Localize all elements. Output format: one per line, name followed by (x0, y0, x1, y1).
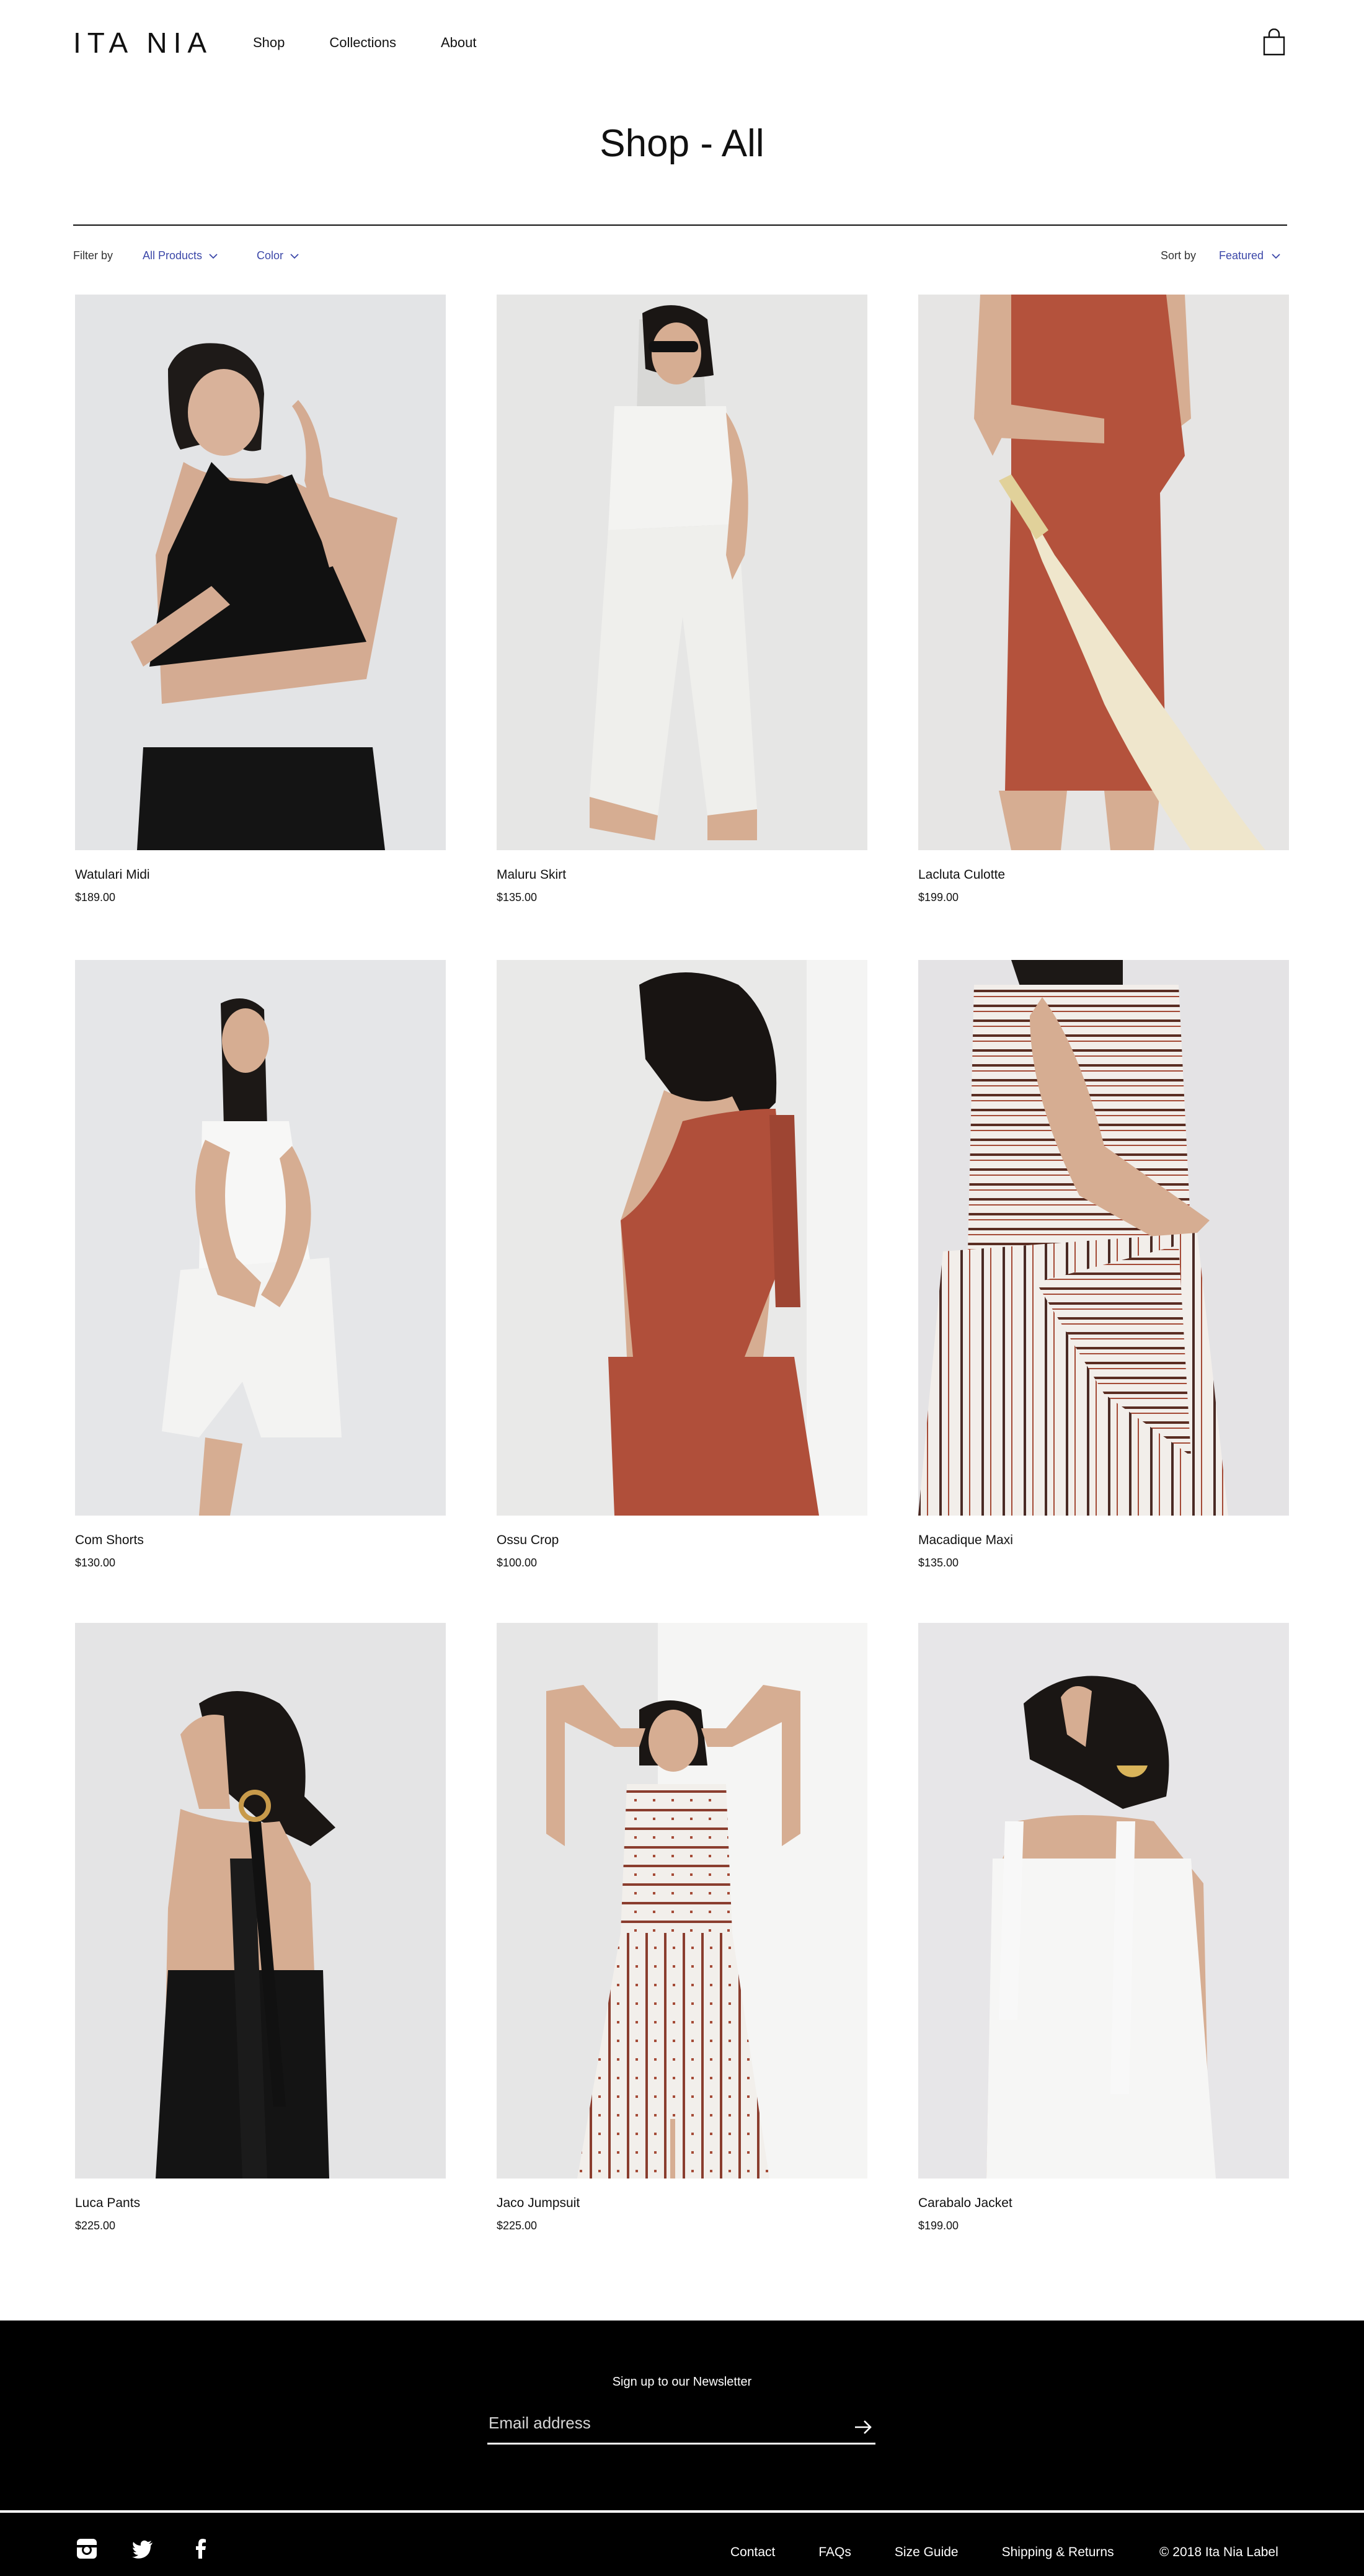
product-name[interactable]: Lacluta Culotte (918, 868, 1289, 882)
filter-color-dropdown[interactable]: Color (257, 249, 299, 262)
chevron-down-icon (290, 253, 299, 259)
newsletter-email-input[interactable] (487, 2414, 835, 2433)
product-image[interactable] (497, 295, 867, 850)
product-price: $199.00 (918, 2219, 959, 2232)
product-image[interactable] (75, 960, 446, 1516)
footer-link-shipping[interactable]: Shipping & Returns (1002, 2545, 1114, 2560)
chevron-down-icon (1272, 253, 1280, 259)
product-name[interactable]: Luca Pants (75, 2196, 446, 2211)
sort-dropdown[interactable]: Featured (1219, 249, 1281, 262)
product-price: $189.00 (75, 891, 116, 904)
footer-divider (0, 2510, 1364, 2513)
twitter-icon[interactable] (131, 2538, 154, 2560)
product-card[interactable]: Lacluta Culotte $199.00 (918, 295, 1289, 904)
filter-label: Filter by (73, 249, 113, 262)
chevron-down-icon (209, 253, 218, 259)
product-image[interactable] (497, 960, 867, 1516)
nav-collections[interactable]: Collections (329, 35, 396, 51)
product-image[interactable] (497, 1623, 867, 2178)
arrow-right-icon[interactable] (853, 2417, 873, 2437)
site-header: ITA NIA Shop Collections About (0, 0, 1364, 87)
site-footer: Sign up to our Newsletter Contact FAQs S… (0, 2321, 1364, 2576)
product-price: $225.00 (75, 2219, 116, 2232)
product-card[interactable]: Com Shorts $130.00 (75, 960, 446, 1570)
product-price: $100.00 (497, 1557, 538, 1569)
filter-bar: Filter by All Products Color Sort by Fea… (73, 249, 1287, 268)
filter-products-dropdown[interactable]: All Products (143, 249, 218, 262)
filter-products-value: All Products (143, 249, 203, 262)
filter-color-value: Color (257, 249, 284, 262)
product-image[interactable] (918, 1623, 1289, 2178)
product-image[interactable] (75, 295, 446, 850)
product-card[interactable]: Ossu Crop $100.00 (497, 960, 867, 1570)
product-name[interactable]: Com Shorts (75, 1533, 446, 1548)
product-card[interactable]: Macadique Maxi $135.00 (918, 960, 1289, 1570)
product-price: $225.00 (497, 2219, 538, 2232)
product-card[interactable]: Watulari Midi $189.00 (75, 295, 446, 904)
product-card[interactable]: Carabalo Jacket $199.00 (918, 1623, 1289, 2232)
copyright-text: © 2018 Ita Nia Label (1159, 2545, 1278, 2559)
shopping-bag-icon[interactable] (1262, 29, 1286, 56)
product-card[interactable]: Jaco Jumpsuit $225.00 (497, 1623, 867, 2232)
product-name[interactable]: Maluru Skirt (497, 868, 867, 882)
product-price: $130.00 (75, 1557, 116, 1569)
product-name[interactable]: Carabalo Jacket (918, 2196, 1289, 2211)
product-price: $199.00 (918, 891, 959, 904)
product-name[interactable]: Watulari Midi (75, 868, 446, 882)
instagram-icon[interactable] (76, 2538, 98, 2560)
title-divider (73, 224, 1287, 226)
product-image[interactable] (918, 960, 1289, 1516)
product-card[interactable]: Luca Pants $225.00 (75, 1623, 446, 2232)
product-name[interactable]: Macadique Maxi (918, 1533, 1289, 1548)
footer-link-size-guide[interactable]: Size Guide (895, 2545, 959, 2560)
newsletter-title: Sign up to our Newsletter (612, 2375, 752, 2389)
product-card[interactable]: Maluru Skirt $135.00 (497, 295, 867, 904)
sort-label: Sort by (1161, 249, 1197, 262)
product-image[interactable] (918, 295, 1289, 850)
facebook-icon[interactable] (190, 2538, 212, 2560)
footer-link-contact[interactable]: Contact (730, 2545, 775, 2560)
nav-about[interactable]: About (441, 35, 477, 51)
nav-shop[interactable]: Shop (253, 35, 285, 51)
page-title: Shop - All (600, 122, 764, 165)
site-logo[interactable]: ITA NIA (73, 26, 213, 60)
product-name[interactable]: Ossu Crop (497, 1533, 867, 1548)
product-price: $135.00 (497, 891, 538, 904)
product-image[interactable] (75, 1623, 446, 2178)
product-name[interactable]: Jaco Jumpsuit (497, 2196, 867, 2211)
sort-value: Featured (1219, 249, 1264, 262)
product-price: $135.00 (918, 1557, 959, 1569)
newsletter-form (487, 2414, 875, 2445)
footer-link-faqs[interactable]: FAQs (818, 2545, 851, 2560)
main-nav: Shop Collections About (253, 35, 521, 51)
footer-nav: Contact FAQs Size Guide Shipping & Retur… (730, 2545, 1158, 2560)
